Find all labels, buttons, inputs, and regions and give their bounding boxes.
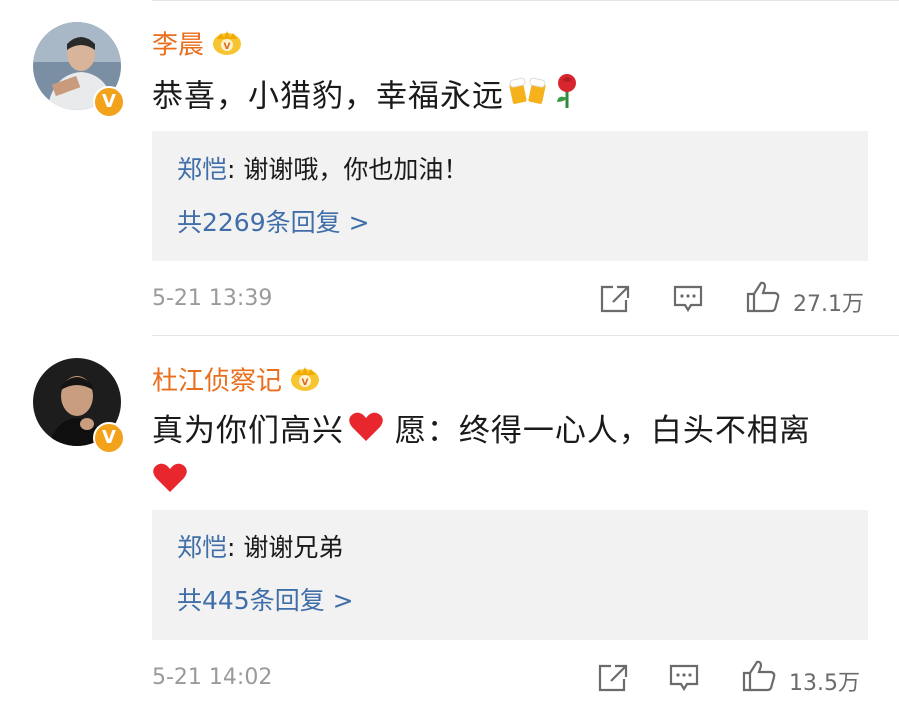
comment-username[interactable]: 李晨 V	[152, 28, 242, 64]
verified-badge-icon: V	[93, 422, 125, 454]
verified-badge-icon: V	[93, 86, 125, 118]
heart-icon	[348, 408, 384, 458]
reply-author[interactable]: 郑恺	[177, 533, 227, 562]
comment-timestamp: 5-21 13:39	[152, 286, 273, 311]
crown-icon: V	[290, 364, 320, 400]
reply-line: 郑恺: 谢谢兄弟	[177, 533, 344, 562]
reply-line: 郑恺: 谢谢哦，你也加油！	[177, 155, 469, 184]
reply-text: 谢谢哦，你也加油！	[235, 155, 469, 184]
repost-icon[interactable]	[597, 663, 629, 697]
svg-text:V: V	[224, 42, 231, 52]
reply-author[interactable]: 郑恺	[177, 155, 227, 184]
reply-preview[interactable]: 郑恺: 谢谢兄弟 共445条回复 >	[152, 510, 868, 640]
comment-item: V 杜江侦察记 V 真为你们高兴 愿：终得一心人，白头不相离 郑恺: 谢谢兄弟 …	[0, 336, 899, 711]
view-replies-link[interactable]: 共445条回复 >	[177, 585, 354, 617]
like-count: 27.1万	[793, 292, 864, 317]
heart-icon	[152, 459, 188, 509]
view-replies-link[interactable]: 共2269条回复 >	[177, 207, 370, 239]
comment-icon[interactable]	[672, 284, 704, 318]
comment-item: V 李晨 V 恭喜，小猎豹，幸福永远 郑恺: 谢谢哦，你也加油！ 共2269条回…	[0, 0, 899, 335]
like-icon[interactable]	[741, 659, 777, 697]
comment-text: 真为你们高兴 愿：终得一心人，白头不相离	[152, 406, 862, 509]
svg-text:V: V	[302, 378, 309, 388]
crown-icon: V	[212, 28, 242, 64]
rose-icon	[552, 72, 582, 124]
comment-username[interactable]: 杜江侦察记 V	[152, 364, 320, 400]
comment-icon[interactable]	[668, 663, 700, 697]
reply-text: 谢谢兄弟	[235, 533, 344, 562]
comment-text: 恭喜，小猎豹，幸福永远	[152, 72, 862, 124]
like-icon[interactable]	[745, 280, 781, 318]
beer-cheers-icon	[508, 73, 548, 123]
repost-icon[interactable]	[599, 284, 631, 318]
reply-preview[interactable]: 郑恺: 谢谢哦，你也加油！ 共2269条回复 >	[152, 131, 868, 261]
comment-timestamp: 5-21 14:02	[152, 665, 273, 690]
like-count: 13.5万	[789, 671, 860, 696]
